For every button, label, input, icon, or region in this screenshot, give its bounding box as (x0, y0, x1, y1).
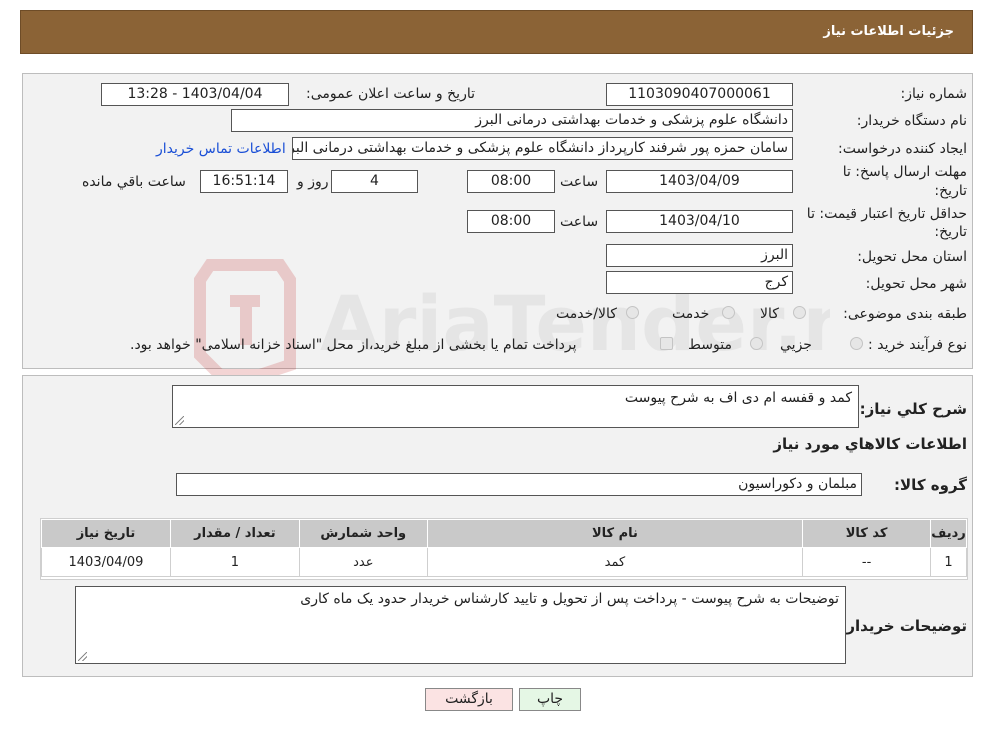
province-label: استان محل تحویل: (857, 249, 967, 265)
cell-item-name: کمد (426, 547, 804, 577)
col-unit: واحد شمارش (298, 519, 428, 548)
reply-deadline-label-date: تاریخ: (934, 183, 967, 199)
process-option-medium: متوسط (688, 337, 732, 353)
buyer-contact-link[interactable]: اطلاعات تماس خریدار (156, 141, 286, 157)
resize-grip-icon[interactable] (78, 652, 87, 661)
buyer-org-field[interactable]: دانشگاه علوم پزشکی و خدمات بهداشتی درمان… (231, 109, 793, 132)
goods-table: ردیف کد کالا نام کالا واحد شمارش تعداد /… (41, 519, 967, 577)
goods-group-label: گروه کالا: (894, 476, 967, 494)
cell-quantity: 1 (169, 547, 300, 577)
resize-grip-icon[interactable] (175, 416, 184, 425)
city-label: شهر محل تحویل: (865, 276, 967, 292)
city-field[interactable]: کرج (606, 271, 793, 294)
col-item-code: کد کالا (802, 519, 932, 548)
reply-date-field[interactable]: 1403/04/09 (606, 170, 793, 193)
reply-deadline-label: مهلت ارسال پاسخ: تا (842, 164, 967, 180)
col-row-number: ردیف (930, 519, 967, 548)
buyer-notes-label: توضیحات خریدار: (840, 617, 967, 635)
category-option-goods: کالا (760, 306, 779, 322)
goods-table-wrapper: ردیف کد کالا نام کالا واحد شمارش تعداد /… (40, 518, 968, 580)
print-button[interactable]: چاپ (519, 688, 581, 711)
cell-item-code: -- (802, 547, 932, 577)
price-validity-label-date: تاریخ: (934, 224, 967, 240)
days-label: روز و (297, 174, 329, 190)
col-need-date: تاریخ نیاز (41, 519, 171, 548)
validity-time-label: ساعت (560, 214, 599, 230)
goods-group-field[interactable]: مبلمان و دکوراسیون (176, 473, 862, 496)
goods-info-title: اطلاعات کالاهاي مورد نیاز (773, 435, 967, 453)
validity-date-field[interactable]: 1403/04/10 (606, 210, 793, 233)
buyer-notes-text: توضیحات به شرح پیوست - پرداخت پس از تحوی… (300, 591, 839, 607)
col-quantity: تعداد / مقدار (169, 519, 300, 548)
category-radio-goods-service[interactable] (626, 306, 639, 319)
table-header-row: ردیف کد کالا نام کالا واحد شمارش تعداد /… (41, 519, 967, 548)
requester-label: ایجاد کننده درخواست: (838, 141, 967, 157)
announce-field[interactable]: 1403/04/04 - 13:28 (101, 83, 289, 106)
reply-time-label: ساعت (560, 174, 599, 190)
process-label: نوع فرآیند خرید : (868, 337, 967, 353)
table-row: 1 -- کمد عدد 1 1403/04/09 (41, 547, 967, 577)
cell-row-number: 1 (930, 547, 967, 577)
buyer-org-label: نام دستگاه خریدار: (856, 113, 967, 129)
category-option-service: خدمت (672, 306, 710, 322)
cell-unit: عدد (298, 547, 428, 577)
category-radio-service[interactable] (722, 306, 735, 319)
category-option-goods-service: کالا/خدمت (556, 306, 617, 322)
summary-textarea[interactable]: کمد و قفسه ام دی اف به شرح پیوست (172, 385, 859, 428)
remaining-label: ساعت باقي مانده (82, 174, 186, 190)
process-option-minor: جزیي (780, 337, 812, 353)
province-field[interactable]: البرز (606, 244, 793, 267)
requester-field[interactable]: سامان حمزه پور شرفند کارپرداز دانشگاه عل… (292, 137, 793, 160)
col-item-name: نام کالا (426, 519, 804, 548)
process-radio-minor[interactable] (850, 337, 863, 350)
category-radio-goods[interactable] (793, 306, 806, 319)
buyer-notes-textarea[interactable]: توضیحات به شرح پیوست - پرداخت پس از تحوی… (75, 586, 846, 664)
summary-label: شرح کلي نیاز: (859, 400, 967, 418)
reply-time-field[interactable]: 08:00 (467, 170, 555, 193)
cell-need-date: 1403/04/09 (41, 547, 171, 577)
need-number-label: شماره نیاز: (900, 86, 968, 102)
validity-time-field[interactable]: 08:00 (467, 210, 555, 233)
summary-text: کمد و قفسه ام دی اف به شرح پیوست (624, 390, 852, 406)
remaining-time-field[interactable]: 16:51:14 (200, 170, 288, 193)
category-label: طبقه بندی موضوعی: (843, 306, 967, 322)
need-number-field[interactable]: 1103090407000061 (606, 83, 793, 106)
announce-label: تاریخ و ساعت اعلان عمومی: (306, 86, 475, 102)
process-radio-medium[interactable] (750, 337, 763, 350)
reply-days-field[interactable]: 4 (331, 170, 418, 193)
page-header: جزئیات اطلاعات نیاز (20, 10, 973, 54)
treasury-note: پرداخت تمام یا بخشی از مبلغ خرید،از محل … (130, 337, 577, 353)
page-title: جزئیات اطلاعات نیاز (823, 24, 954, 39)
back-button[interactable]: بازگشت (425, 688, 513, 711)
price-validity-label: حداقل تاریخ اعتبار قیمت: تا (806, 206, 967, 222)
treasury-checkbox[interactable] (660, 337, 673, 350)
